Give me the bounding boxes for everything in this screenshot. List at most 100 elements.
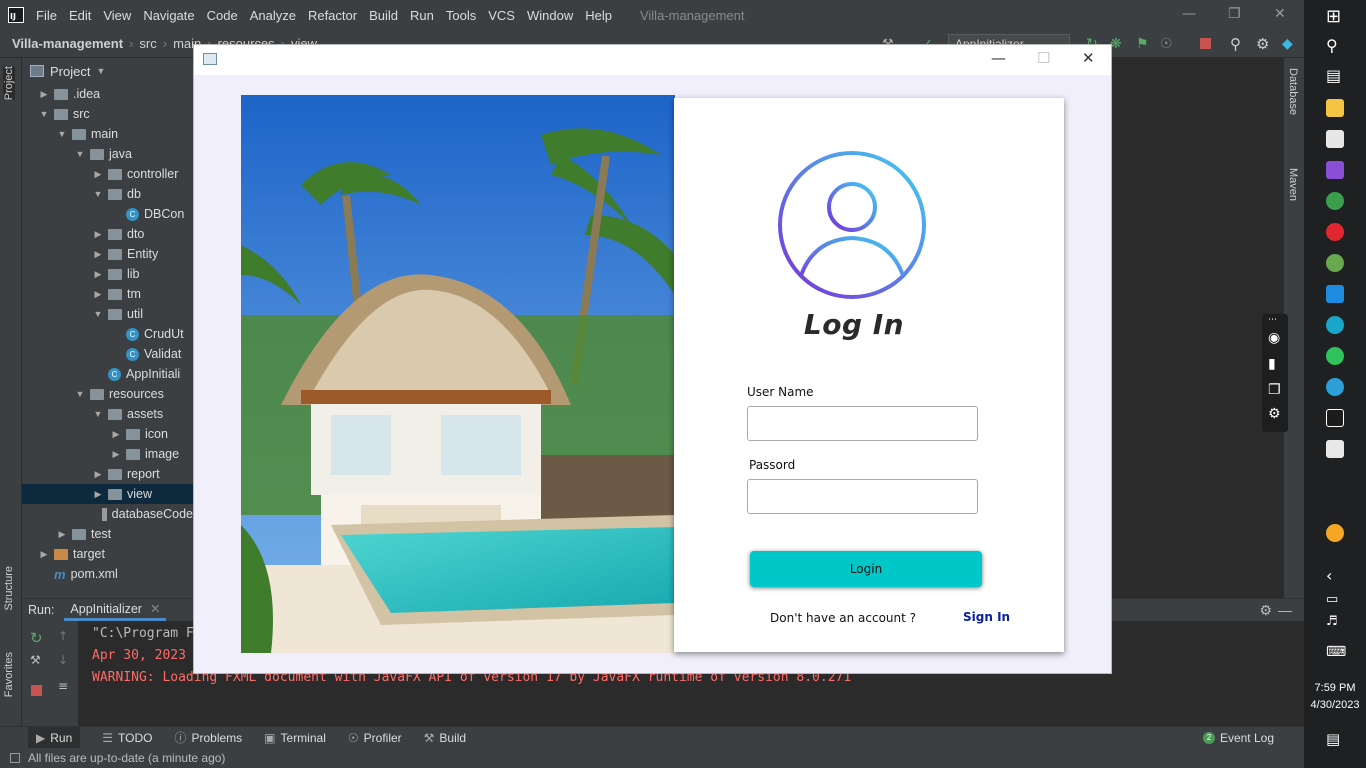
chevron-down-icon[interactable]: ▼ [92, 309, 104, 319]
menu-edit[interactable]: Edit [69, 8, 91, 23]
menu-navigate[interactable]: Navigate [143, 8, 194, 23]
tab-todo[interactable]: ☰ TODO [102, 731, 152, 745]
maximize-icon[interactable]: ☐ [1037, 49, 1050, 67]
battery-icon[interactable]: ▭ [1326, 592, 1344, 610]
tab-structure[interactable]: Structure [3, 566, 15, 611]
task-view-icon[interactable]: ▤ [1326, 66, 1344, 85]
tree-item[interactable]: m pom.xml [22, 564, 193, 584]
chevron-down-icon[interactable]: ▼ [92, 189, 104, 199]
weather-icon[interactable] [1326, 524, 1344, 542]
tree-item[interactable]: ▶ target [22, 544, 193, 564]
tree-item[interactable]: ▼ src [22, 104, 193, 124]
tab-maven[interactable]: Maven [1287, 168, 1299, 201]
wrench-icon[interactable]: ⚒ [30, 653, 41, 667]
tree-item[interactable]: ▼ util [22, 304, 193, 324]
tree-item[interactable]: ▶ image [22, 444, 193, 464]
tree-item[interactable]: ▶ dto [22, 224, 193, 244]
tab-terminal[interactable]: ▣ Terminal [264, 731, 326, 745]
tab-favorites[interactable]: Favorites [3, 652, 15, 697]
minimize-panel-icon[interactable]: — [1278, 602, 1292, 618]
chevron-right-icon[interactable]: ▶ [110, 449, 122, 460]
tab-project[interactable]: Project [3, 66, 15, 101]
restore-icon[interactable]: ❐ [1228, 6, 1241, 22]
tree-item[interactable]: ▼ db [22, 184, 193, 204]
menu-view[interactable]: View [103, 8, 131, 23]
chevron-down-icon[interactable]: ▼ [92, 409, 104, 419]
keyboard-icon[interactable]: ⌨ [1326, 644, 1346, 662]
tree-item[interactable]: C DBCon [22, 204, 193, 224]
tree-item[interactable]: databaseCode [22, 504, 193, 524]
chevron-down-icon[interactable]: ▼ [38, 109, 50, 119]
intellij-logo-icon[interactable]: IJ [8, 7, 24, 23]
chevron-right-icon[interactable]: ▶ [38, 89, 50, 100]
menu-code[interactable]: Code [207, 8, 238, 23]
tree-item[interactable]: ▶ Entity [22, 244, 193, 264]
menu-file[interactable]: File [36, 8, 57, 23]
telegram-icon[interactable] [1326, 378, 1344, 396]
tree-item[interactable]: ▼ resources [22, 384, 193, 404]
breadcrumb-project[interactable]: Villa-management [12, 36, 123, 51]
visual-studio-icon[interactable] [1326, 161, 1344, 179]
tree-item[interactable]: ▶ controller [22, 164, 193, 184]
menu-help[interactable]: Help [585, 8, 612, 23]
search-icon[interactable]: ⚲ [1230, 35, 1241, 53]
whatsapp-icon[interactable] [1326, 347, 1344, 365]
breadcrumb-src[interactable]: src [139, 36, 156, 51]
windows-start-icon[interactable]: ⊞ [1326, 6, 1344, 27]
chevron-right-icon[interactable]: ▶ [92, 269, 104, 280]
tree-item[interactable]: ▶ test [22, 524, 193, 544]
close-icon[interactable]: ✕ [1274, 6, 1286, 22]
java-icon[interactable] [1326, 440, 1344, 458]
chevron-right-icon[interactable]: ▶ [110, 429, 122, 440]
tree-item[interactable]: C AppInitiali [22, 364, 193, 384]
chevron-down-icon[interactable]: ▼ [96, 66, 105, 76]
minimize-icon[interactable]: — [991, 49, 1006, 67]
coverage-icon[interactable]: ⚑ [1136, 35, 1149, 52]
stop-icon[interactable] [1200, 38, 1211, 49]
volume-icon[interactable]: ♬ [1326, 614, 1344, 632]
camera-icon[interactable]: ◉ [1268, 330, 1280, 346]
chevron-right-icon[interactable]: ▶ [56, 529, 68, 540]
chevron-down-icon[interactable]: ▼ [74, 389, 86, 399]
sign-in-link[interactable]: Sign In [963, 610, 1010, 624]
username-input[interactable] [747, 406, 978, 441]
project-panel-header[interactable]: Project ▼ [22, 58, 193, 84]
gear-icon[interactable]: ⚙ [1256, 35, 1269, 53]
login-button[interactable]: Login [750, 551, 982, 587]
mail-icon[interactable] [1326, 285, 1344, 303]
chevron-right-icon[interactable]: ▶ [92, 289, 104, 300]
menu-refactor[interactable]: Refactor [308, 8, 357, 23]
gear-icon[interactable]: ⚙ [1268, 406, 1281, 422]
tree-item[interactable]: ▶ view [22, 484, 193, 504]
password-input[interactable] [747, 479, 978, 514]
rerun-icon[interactable]: ↻ [30, 629, 43, 647]
tab-run[interactable]: ▶ Run [28, 726, 81, 749]
tree-item[interactable]: ▼ java [22, 144, 193, 164]
tab-database[interactable]: Database [1287, 68, 1299, 115]
stop-icon[interactable] [31, 685, 42, 696]
tree-item[interactable]: ▼ assets [22, 404, 193, 424]
soft-wrap-icon[interactable]: ≡ [58, 679, 68, 693]
tree-item[interactable]: ▼ main [22, 124, 193, 144]
minimize-icon[interactable]: — [1182, 6, 1196, 22]
chevron-right-icon[interactable]: ▶ [38, 549, 50, 560]
tab-build[interactable]: ⚒ Build [424, 731, 466, 745]
store-icon[interactable] [1326, 130, 1344, 148]
chevron-down-icon[interactable]: ▼ [74, 149, 86, 159]
tree-item[interactable]: ▶ .idea [22, 84, 193, 104]
chevron-down-icon[interactable]: ▼ [56, 129, 68, 139]
close-icon[interactable]: ✕ [1082, 49, 1095, 67]
chevron-right-icon[interactable]: ▶ [92, 249, 104, 260]
chrome-dev-icon[interactable] [1326, 254, 1344, 272]
edge-icon[interactable] [1326, 316, 1344, 334]
menu-vcs[interactable]: VCS [488, 8, 515, 23]
file-explorer-icon[interactable] [1326, 99, 1344, 117]
gear-icon[interactable]: ⚙ [1259, 602, 1272, 619]
tree-item[interactable]: ▶ icon [22, 424, 193, 444]
profile-icon[interactable]: ☉ [1160, 35, 1173, 52]
close-icon[interactable]: ✕ [150, 601, 160, 616]
menu-window[interactable]: Window [527, 8, 573, 23]
menu-build[interactable]: Build [369, 8, 398, 23]
plugin-icon[interactable]: ◆ [1282, 35, 1293, 52]
chevron-right-icon[interactable]: ▶ [92, 469, 104, 480]
